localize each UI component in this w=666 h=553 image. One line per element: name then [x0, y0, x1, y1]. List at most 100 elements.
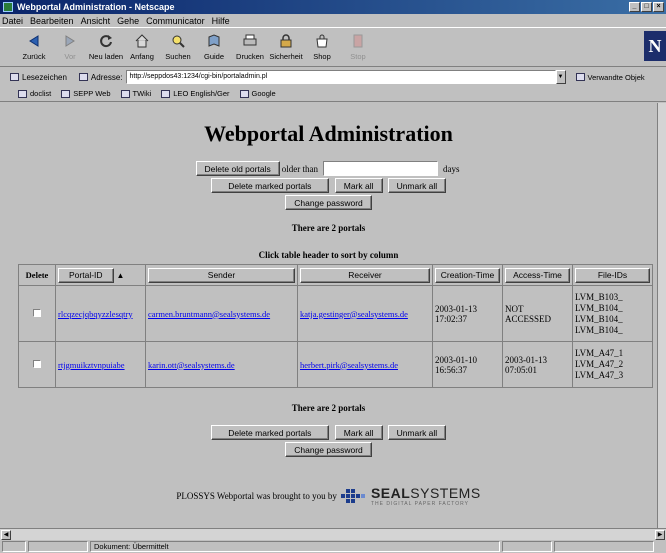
sender-link[interactable]: karin.ott@sealsystems.de	[148, 360, 235, 370]
page-content: Webportal Administration Delete old port…	[0, 103, 657, 528]
sender-link[interactable]: carmen.bruntmann@sealsystems.de	[148, 309, 270, 319]
window-title: Webportal Administration - Netscape	[17, 2, 175, 12]
unmark-all-button[interactable]: Unmark all	[387, 178, 447, 193]
portal-count-top: There are 2 portals	[291, 223, 366, 233]
bookmarks-button[interactable]: Lesezeichen	[10, 73, 67, 82]
vertical-scrollbar[interactable]	[657, 103, 666, 528]
forward-button[interactable]: Vor	[52, 28, 88, 66]
scroll-right-button[interactable]: ▶	[655, 530, 665, 540]
column-sender: Sender	[145, 264, 298, 286]
sort-ascending-icon: ▲	[116, 270, 125, 280]
access-time-cell: NOT ACCESSED	[502, 285, 573, 342]
navigation-toolbar: Zurück Vor Neu laden Anfang Suchen Guide…	[0, 27, 666, 67]
address-dropdown-button[interactable]: ▼	[555, 70, 566, 84]
netscape-app-icon	[3, 2, 13, 12]
progress-segment	[28, 541, 88, 552]
sort-portal-id-button[interactable]: Portal-ID	[58, 267, 114, 283]
receiver-cell: herbert.pirk@sealsystems.de	[297, 341, 433, 388]
guide-button[interactable]: Guide	[196, 28, 232, 66]
top-actions-row: Delete marked portals Mark all Unmark al…	[0, 178, 657, 193]
bookmark-icon	[10, 73, 19, 81]
menu-ansicht[interactable]: Ansicht	[81, 16, 111, 26]
address-input[interactable]: http://seppdos43:1234/cgi-bin/portaladmi…	[125, 70, 556, 84]
file-ids-cell: LVM_B103_ LVM_B104_ LVM_B104_ LVM_B104_	[572, 285, 653, 342]
delete-checkbox[interactable]	[33, 359, 41, 368]
bookmark-twiki[interactable]: TWiki	[120, 89, 151, 98]
footer: PLOSSYS Webportal was brought to you by …	[0, 485, 657, 507]
back-button[interactable]: Zurück	[16, 28, 52, 66]
bookmark-icon	[18, 89, 27, 98]
column-receiver: Receiver	[297, 264, 433, 286]
related-icon	[575, 73, 585, 81]
security-button[interactable]: Sicherheit	[268, 28, 304, 66]
portal-id-link[interactable]: rtjgmuikztvnpuiabe	[58, 360, 125, 370]
table-row: rtjgmuikztvnpuiabe karin.ott@sealsystems…	[18, 341, 653, 388]
bookmark-sepp-web[interactable]: SEPP Web	[61, 89, 111, 98]
unmark-all-button-bottom[interactable]: Unmark all	[387, 425, 447, 440]
print-button[interactable]: Drucken	[232, 28, 268, 66]
top-password-row: Change password	[0, 195, 657, 210]
mark-all-button-bottom[interactable]: Mark all	[334, 425, 383, 440]
shop-icon	[314, 33, 330, 49]
portal-id-link[interactable]: rlcqzecjqbqyzzlesqtry	[58, 309, 133, 319]
browser-window: Webportal Administration - Netscape _ □ …	[0, 0, 666, 553]
search-button[interactable]: Suchen	[160, 28, 196, 66]
menu-hilfe[interactable]: Hilfe	[212, 16, 230, 26]
personal-toolbar: doclist SEPP Web TWiki LEO English/Ger G…	[0, 86, 666, 102]
table-header-row: Delete Portal-ID ▲ Sender Receiver Creat…	[18, 264, 653, 286]
bookmark-icon	[239, 89, 249, 98]
portal-id-cell: rlcqzecjqbqyzzlesqtry	[55, 285, 146, 342]
scroll-left-button[interactable]: ◀	[1, 530, 11, 540]
delete-old-portals-button[interactable]: Delete old portals	[195, 161, 280, 176]
bookmark-icon	[161, 89, 171, 98]
sort-sender-button[interactable]: Sender	[148, 267, 295, 283]
back-arrow-icon	[26, 33, 42, 49]
sort-creation-time-button[interactable]: Creation-Time	[435, 267, 500, 283]
delete-marked-portals-button-bottom[interactable]: Delete marked portals	[210, 425, 329, 440]
related-button[interactable]: Verwandte Objek	[575, 73, 645, 82]
title-bar: Webportal Administration - Netscape _ □ …	[0, 0, 666, 14]
change-password-button[interactable]: Change password	[285, 195, 372, 210]
bookmark-doclist[interactable]: doclist	[18, 89, 51, 98]
sort-receiver-button[interactable]: Receiver	[300, 267, 430, 283]
sort-file-ids-button[interactable]: File-IDs	[575, 267, 650, 283]
netscape-logo: N	[644, 31, 666, 61]
home-button[interactable]: Anfang	[124, 28, 160, 66]
menu-communicator[interactable]: Communicator	[146, 16, 205, 26]
security-status-icon[interactable]	[2, 541, 26, 552]
menu-bearbeiten[interactable]: Bearbeiten	[30, 16, 74, 26]
column-creation-time: Creation-Time	[432, 264, 503, 286]
maximize-button[interactable]: □	[641, 2, 652, 12]
bookmark-leo[interactable]: LEO English/Ger	[161, 89, 230, 98]
home-icon	[134, 33, 150, 49]
change-password-button-bottom[interactable]: Change password	[285, 442, 372, 457]
delete-marked-portals-button[interactable]: Delete marked portals	[210, 178, 329, 193]
horizontal-scrollbar[interactable]: ◀ ▶	[0, 528, 666, 540]
receiver-link[interactable]: herbert.pirk@sealsystems.de	[300, 360, 398, 370]
stop-icon	[350, 33, 366, 49]
close-button[interactable]: ×	[653, 2, 664, 12]
sender-cell: carmen.bruntmann@sealsystems.de	[145, 285, 298, 342]
file-ids-cell: LVM_A47_1 LVM_A47_2 LVM_A47_3	[572, 341, 653, 388]
delete-checkbox[interactable]	[33, 308, 41, 317]
bookmark-google[interactable]: Google	[239, 89, 276, 98]
days-input[interactable]	[322, 161, 438, 176]
menu-gehe[interactable]: Gehe	[117, 16, 139, 26]
stop-button[interactable]: Stop	[340, 28, 376, 66]
shop-button[interactable]: Shop	[304, 28, 340, 66]
minimize-button[interactable]: _	[629, 2, 640, 12]
column-access-time: Access-Time	[502, 264, 573, 286]
menu-bar: Datei Bearbeiten Ansicht Gehe Communicat…	[0, 14, 666, 27]
print-icon	[242, 33, 258, 49]
bottom-password-row: Change password	[0, 442, 657, 457]
receiver-link[interactable]: katja.gestinger@sealsystems.de	[300, 309, 408, 319]
sort-access-time-button[interactable]: Access-Time	[505, 267, 570, 283]
column-file-ids: File-IDs	[572, 264, 653, 286]
older-than-label: older than	[281, 163, 318, 174]
creation-time-cell: 2003-01-10 16:56:37	[432, 341, 503, 388]
sender-cell: karin.ott@sealsystems.de	[145, 341, 298, 388]
mark-all-button[interactable]: Mark all	[334, 178, 383, 193]
reload-button[interactable]: Neu laden	[88, 28, 124, 66]
menu-datei[interactable]: Datei	[2, 16, 23, 26]
seal-dots-icon	[340, 486, 367, 506]
